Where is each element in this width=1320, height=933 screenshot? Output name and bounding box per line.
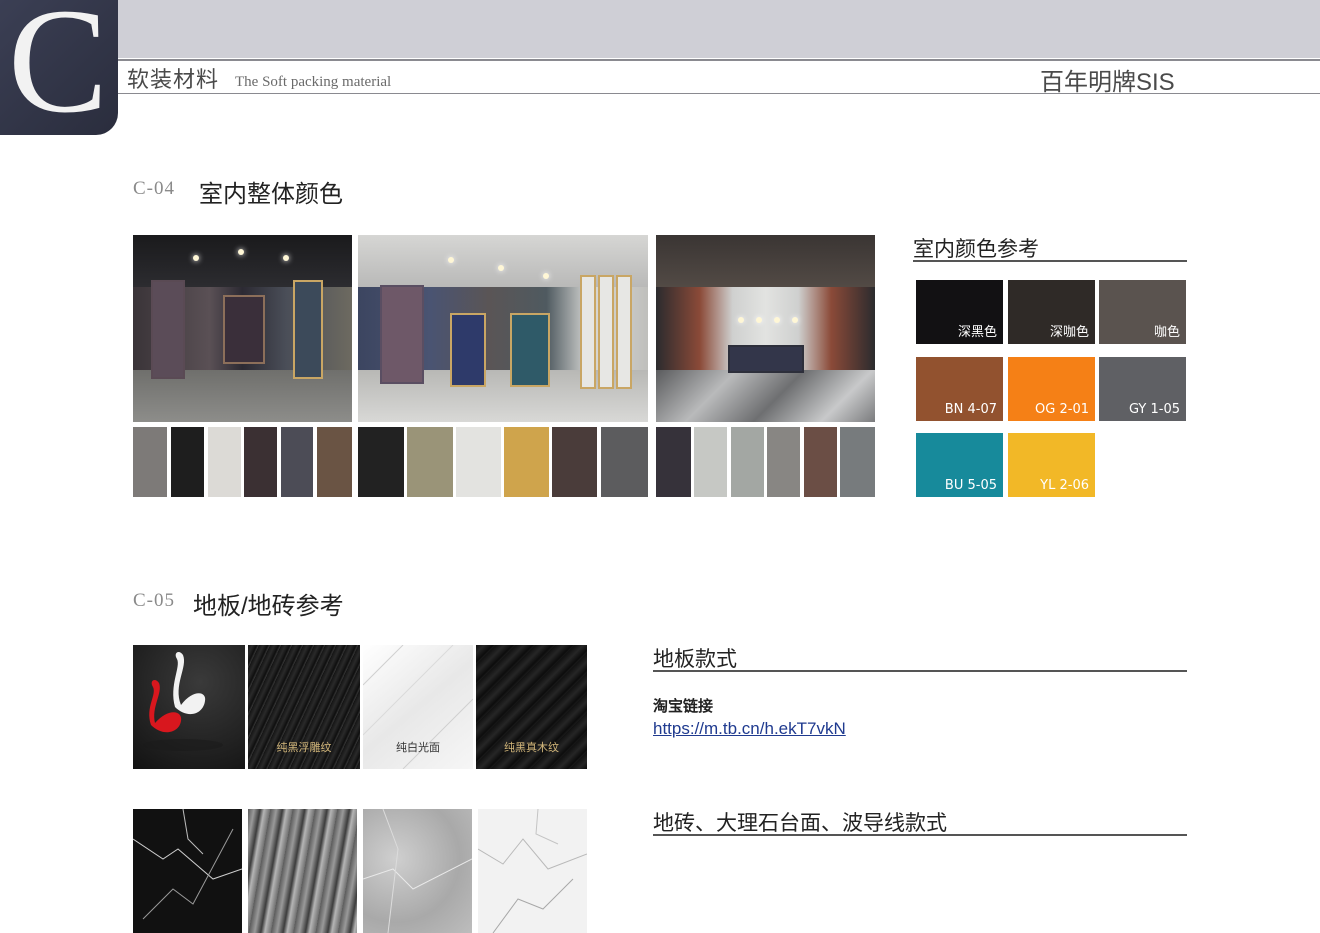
tile-style-underline: [653, 834, 1187, 836]
header-brand: 百年明牌SIS: [1040, 69, 1175, 96]
chapter-logo: C: [0, 0, 118, 135]
taobao-link[interactable]: https://m.tb.cn/h.ekT7vkN: [653, 719, 846, 739]
section-title-c04: 室内整体颜色: [199, 181, 343, 208]
color-chip: 深黑色: [916, 280, 1003, 344]
floor-sample-white-gloss: 纯白光面: [363, 645, 473, 769]
palette-row-1: [133, 427, 352, 497]
palette-swatch: [171, 427, 204, 497]
palette-swatch: [804, 427, 837, 497]
palette-swatch: [456, 427, 501, 497]
chapter-letter: C: [8, 0, 109, 135]
palette-swatch: [208, 427, 241, 497]
palette-row-2: [358, 427, 648, 497]
color-chip: BU 5-05: [916, 433, 1003, 497]
floor-caption: 纯黑真木纹: [504, 742, 559, 754]
floor-style-underline: [653, 670, 1187, 672]
color-chip: GY 1-05: [1099, 357, 1186, 421]
color-reference-title: 室内颜色参考: [913, 238, 1039, 261]
marble-sample-black: [133, 809, 242, 933]
section-code-c05: C-05: [133, 590, 175, 611]
tile-style-title: 地砖、大理石台面、波导线款式: [653, 812, 947, 835]
floor-caption: 纯黑浮雕纹: [276, 742, 332, 754]
palette-swatch: [767, 427, 800, 497]
palette-swatch: [694, 427, 727, 497]
color-chip-label: BU 5-05: [944, 478, 997, 493]
color-chip-label: 咖色: [1153, 325, 1180, 340]
color-chip: OG 2-01: [1008, 357, 1095, 421]
floor-sample-swan-photo: [133, 645, 245, 769]
palette-swatch: [840, 427, 875, 497]
header-band: [0, 0, 1320, 58]
color-chip: 咖色: [1099, 280, 1186, 344]
palette-swatch: [317, 427, 352, 497]
palette-swatch: [601, 427, 648, 497]
section-title-c05: 地板/地砖参考: [193, 593, 344, 620]
marble-sample-light-grey: [363, 809, 472, 933]
floor-caption: 纯白光面: [396, 742, 440, 754]
interior-photo-1: [133, 235, 352, 422]
palette-swatch: [552, 427, 597, 497]
floor-style-title: 地板款式: [653, 648, 737, 671]
color-reference-underline: [913, 260, 1187, 262]
header-rule-top: [118, 59, 1320, 61]
palette-swatch: [656, 427, 691, 497]
header-title-en: The Soft packing material: [235, 74, 392, 90]
interior-photo-3: [656, 235, 875, 422]
palette-swatch: [358, 427, 404, 497]
taobao-link-label: 淘宝链接: [653, 698, 714, 715]
floor-sample-black-wood: 纯黑真木纹: [476, 645, 587, 769]
section-code-c04: C-04: [133, 178, 175, 199]
palette-swatch: [731, 427, 764, 497]
marble-sample-white: [478, 809, 587, 933]
color-chip-label: GY 1-05: [1128, 402, 1180, 417]
palette-swatch: [407, 427, 453, 497]
color-chip-label: 深黑色: [957, 325, 997, 340]
floor-sample-black-embossed: 纯黑浮雕纹: [248, 645, 360, 769]
color-chip-label: 深咖色: [1049, 325, 1089, 340]
marble-veins: [133, 809, 242, 920]
color-chip-label: OG 2-01: [1035, 402, 1089, 417]
palette-swatch: [133, 427, 167, 497]
color-chip-label: BN 4-07: [944, 402, 997, 417]
color-chip: BN 4-07: [916, 357, 1003, 421]
swan-illustration: [143, 652, 223, 751]
marble-veins: [478, 809, 587, 933]
header-title-cn: 软装材料: [127, 67, 220, 92]
color-chip: 深咖色: [1008, 280, 1095, 344]
palette-swatch: [281, 427, 313, 497]
interior-photo-2: [358, 235, 648, 422]
palette-swatch: [244, 427, 277, 497]
color-chip: YL 2-06: [1008, 433, 1095, 497]
color-chip-label: YL 2-06: [1040, 478, 1089, 493]
palette-swatch: [504, 427, 549, 497]
marble-sample-grey-wave: [248, 809, 357, 933]
marble-veins: [363, 809, 472, 933]
palette-row-3: [656, 427, 875, 497]
